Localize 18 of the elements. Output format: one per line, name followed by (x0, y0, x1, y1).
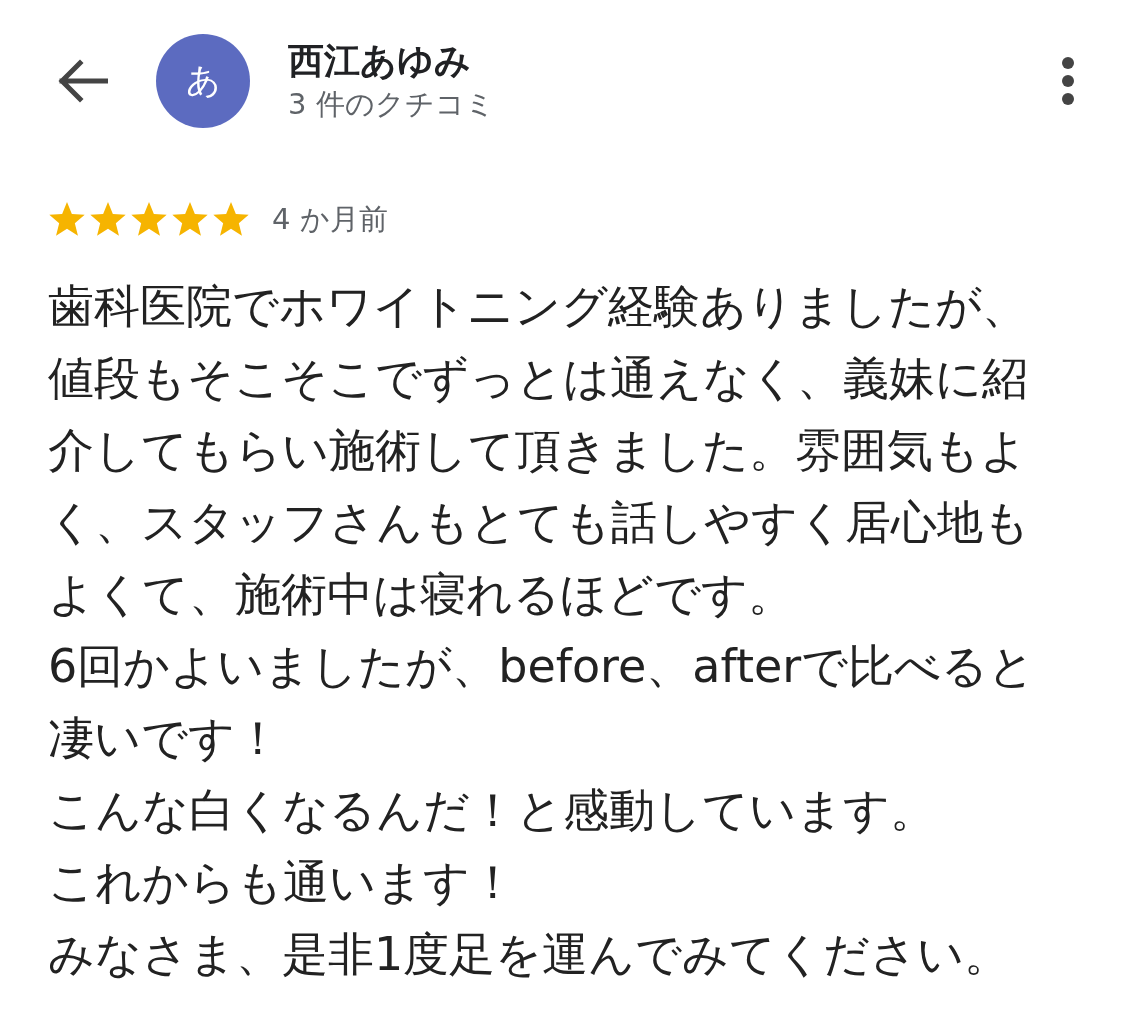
star-icon (89, 202, 127, 238)
review-paragraph: みなさま、是非1度足を運んでみてください。 (48, 926, 1012, 983)
review-paragraph: これからも通います！ (48, 854, 517, 911)
star-icon (48, 202, 86, 238)
avatar: あ (156, 34, 250, 128)
review-paragraph: こんな白くなるんだ！と感動しています。 (48, 782, 937, 839)
more-button[interactable] (1061, 56, 1075, 106)
star-icon (130, 202, 168, 238)
star-icon (171, 202, 209, 238)
reviewer-name: 西江あゆみ (288, 39, 472, 83)
back-arrow-icon (56, 59, 108, 103)
more-icon (1061, 56, 1075, 106)
back-button[interactable] (56, 59, 108, 103)
review-time: 4 か月前 (272, 201, 388, 238)
review-paragraph: 6回かよいましたが、before、afterで比べると凄いです！ (48, 638, 1037, 767)
review-paragraph: 歯科医院でホワイトニング経験ありましたが、値段もそこそこでずっとは通えなく、義妹に紹介してもらい施術して頂きました。雰囲気もよく、スタッフさんもとても話しやすく居心地もよくて、施術中は寝れるほどです。 (48, 278, 1031, 623)
review-count: 3 件のクチコミ (288, 86, 496, 123)
star-icon (212, 202, 250, 238)
